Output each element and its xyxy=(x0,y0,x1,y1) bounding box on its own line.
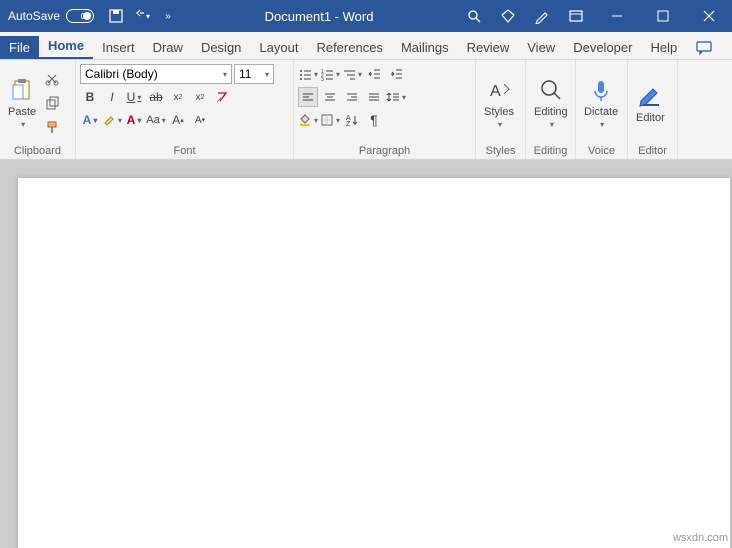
format-painter-icon[interactable] xyxy=(42,117,62,137)
tab-insert[interactable]: Insert xyxy=(93,36,144,59)
autosave-label: AutoSave xyxy=(8,9,60,23)
group-label-voice: Voice xyxy=(580,143,623,159)
justify-button[interactable] xyxy=(364,87,384,107)
group-editing: Editing ▾ Editing xyxy=(526,60,576,159)
quick-access-toolbar: ▾ » xyxy=(102,8,182,24)
group-label-editing: Editing xyxy=(530,143,571,159)
shading-button[interactable]: ▾ xyxy=(298,110,318,130)
group-clipboard: Paste ▾ Clipboard xyxy=(0,60,76,159)
share-icon[interactable] xyxy=(722,37,732,59)
tab-mailings[interactable]: Mailings xyxy=(392,36,458,59)
increase-indent-button[interactable] xyxy=(386,64,406,84)
underline-button[interactable]: U▾ xyxy=(124,87,144,107)
font-size-combo[interactable]: 11▾ xyxy=(234,64,274,84)
search-icon[interactable] xyxy=(466,8,482,24)
borders-button[interactable]: ▾ xyxy=(320,110,340,130)
microphone-icon xyxy=(587,76,615,104)
title-icons xyxy=(456,8,594,24)
styles-button[interactable]: A Styles ▾ xyxy=(480,74,518,131)
minimize-button[interactable] xyxy=(594,0,640,32)
bold-button[interactable]: B xyxy=(80,87,100,107)
group-label-editor: Editor xyxy=(632,143,673,159)
tab-home[interactable]: Home xyxy=(39,34,93,59)
document-title: Document1 - Word xyxy=(182,9,456,24)
document-page[interactable] xyxy=(18,178,730,548)
group-font: Calibri (Body)▾ 11▾ B I U▾ ab x2 x2 A▾ ▾… xyxy=(76,60,294,159)
styles-icon: A xyxy=(485,76,513,104)
paste-button[interactable]: Paste ▾ xyxy=(4,74,40,131)
tab-help[interactable]: Help xyxy=(641,36,686,59)
cut-icon[interactable] xyxy=(42,69,62,89)
more-icon[interactable]: » xyxy=(160,8,176,24)
numbering-button[interactable]: 123▾ xyxy=(320,64,340,84)
tab-file[interactable]: File xyxy=(0,36,39,59)
tab-references[interactable]: References xyxy=(307,36,391,59)
save-icon[interactable] xyxy=(108,8,124,24)
line-spacing-button[interactable]: ▾ xyxy=(386,87,406,107)
svg-text:3: 3 xyxy=(321,77,324,81)
document-area xyxy=(0,160,732,548)
change-case-button[interactable]: Aa▾ xyxy=(146,110,166,130)
align-right-button[interactable] xyxy=(342,87,362,107)
superscript-button[interactable]: x2 xyxy=(190,87,210,107)
find-icon xyxy=(537,76,565,104)
show-marks-button[interactable]: ¶ xyxy=(364,110,384,130)
window-controls xyxy=(594,0,732,32)
group-paragraph: ▾ 123▾ ▾ ▾ ▾ ▾ AZ ¶ Paragraph xyxy=(294,60,476,159)
bullets-button[interactable]: ▾ xyxy=(298,64,318,84)
align-center-button[interactable] xyxy=(320,87,340,107)
comments-icon[interactable] xyxy=(686,37,722,59)
toggle-switch[interactable]: Off xyxy=(66,9,94,23)
svg-text:Z: Z xyxy=(346,121,351,127)
watermark: wsxdn.com xyxy=(673,532,728,544)
dictate-button[interactable]: Dictate ▾ xyxy=(580,74,622,131)
shrink-font-button[interactable]: A▾ xyxy=(190,110,210,130)
pen-icon[interactable] xyxy=(534,8,550,24)
subscript-button[interactable]: x2 xyxy=(168,87,188,107)
paste-icon xyxy=(8,76,36,104)
sort-button[interactable]: AZ xyxy=(342,110,362,130)
font-color-button[interactable]: A▾ xyxy=(124,110,144,130)
ribbon: Paste ▾ Clipboard Calibri (Body)▾ 11▾ B … xyxy=(0,60,732,160)
strikethrough-button[interactable]: ab xyxy=(146,87,166,107)
clear-format-icon[interactable] xyxy=(212,87,232,107)
diamond-icon[interactable] xyxy=(500,8,516,24)
tab-design[interactable]: Design xyxy=(192,36,250,59)
group-label-styles: Styles xyxy=(480,143,521,159)
tab-layout[interactable]: Layout xyxy=(250,36,307,59)
tab-view[interactable]: View xyxy=(518,36,564,59)
chevron-down-icon: ▾ xyxy=(21,120,25,129)
autosave-toggle[interactable]: AutoSave Off xyxy=(0,9,102,23)
tab-draw[interactable]: Draw xyxy=(144,36,192,59)
multilevel-button[interactable]: ▾ xyxy=(342,64,362,84)
italic-button[interactable]: I xyxy=(102,87,122,107)
editing-button[interactable]: Editing ▾ xyxy=(530,74,572,131)
ribbon-tabs: File Home Insert Draw Design Layout Refe… xyxy=(0,32,732,60)
close-button[interactable] xyxy=(686,0,732,32)
window-icon[interactable] xyxy=(568,8,584,24)
group-label-font: Font xyxy=(80,143,289,159)
undo-icon[interactable]: ▾ xyxy=(134,8,150,24)
title-bar: AutoSave Off ▾ » Document1 - Word xyxy=(0,0,732,32)
editor-icon xyxy=(636,82,664,110)
editor-button[interactable]: Editor xyxy=(632,80,669,126)
group-label-paragraph: Paragraph xyxy=(298,143,471,159)
svg-text:A: A xyxy=(490,83,501,100)
group-editor: Editor Editor xyxy=(628,60,678,159)
group-label-clipboard: Clipboard xyxy=(4,143,71,159)
highlight-button[interactable]: ▾ xyxy=(102,110,122,130)
maximize-button[interactable] xyxy=(640,0,686,32)
font-name-combo[interactable]: Calibri (Body)▾ xyxy=(80,64,232,84)
group-voice: Dictate ▾ Voice xyxy=(576,60,628,159)
copy-icon[interactable] xyxy=(42,93,62,113)
decrease-indent-button[interactable] xyxy=(364,64,384,84)
grow-font-button[interactable]: A▴ xyxy=(168,110,188,130)
tab-developer[interactable]: Developer xyxy=(564,36,641,59)
text-effects-button[interactable]: A▾ xyxy=(80,110,100,130)
group-styles: A Styles ▾ Styles xyxy=(476,60,526,159)
align-left-button[interactable] xyxy=(298,87,318,107)
tab-review[interactable]: Review xyxy=(458,36,519,59)
paste-label: Paste xyxy=(8,106,36,118)
